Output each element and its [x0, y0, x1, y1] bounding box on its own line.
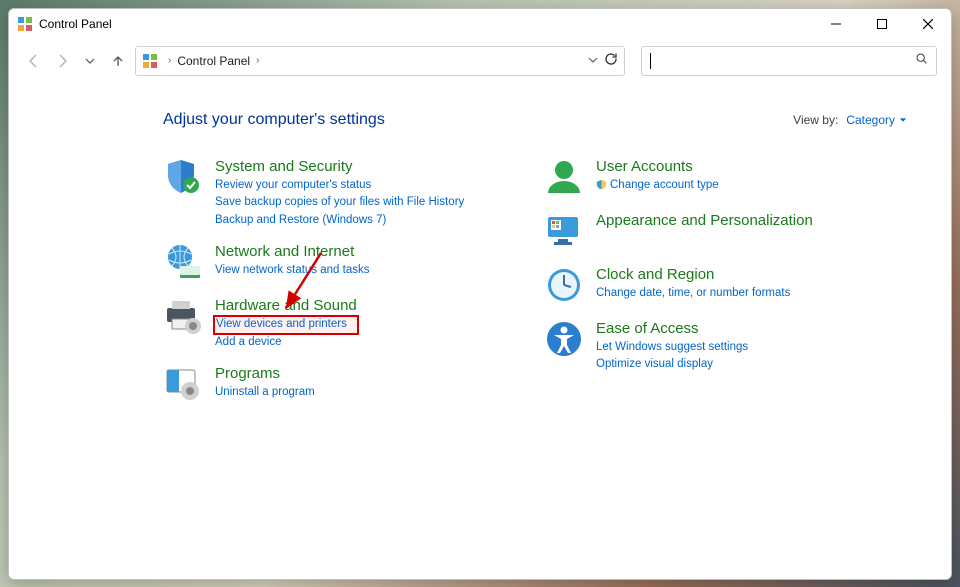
control-panel-icon — [17, 16, 33, 32]
nav-row: › Control Panel › — [9, 39, 951, 83]
forward-button[interactable] — [51, 50, 73, 72]
recent-locations-button[interactable] — [79, 50, 101, 72]
window: Control Panel › Control Panel › — [8, 8, 952, 580]
category-network-and-internet: Network and Internet View network status… — [163, 242, 526, 282]
clock-and-region-link[interactable]: Clock and Region — [596, 266, 790, 284]
left-column: System and Security Review your computer… — [163, 157, 526, 405]
chevron-right-icon[interactable]: › — [256, 55, 259, 66]
change-account-type-text: Change account type — [610, 179, 719, 191]
text-cursor — [650, 53, 651, 69]
appearance-personalization-link[interactable]: Appearance and Personalization — [596, 212, 813, 230]
up-button[interactable] — [107, 50, 129, 72]
back-button[interactable] — [23, 50, 45, 72]
heading-row: Adjust your computer's settings View by:… — [163, 111, 907, 129]
viewby-dropdown[interactable]: Category — [846, 113, 907, 127]
category-clock-and-region: Clock and Region Change date, time, or n… — [544, 265, 907, 305]
window-title: Control Panel — [39, 17, 112, 31]
let-windows-suggest-link[interactable]: Let Windows suggest settings — [596, 340, 748, 356]
caret-down-icon — [899, 116, 907, 124]
category-user-accounts: User Accounts Change account type — [544, 157, 907, 197]
refresh-button[interactable] — [604, 52, 618, 69]
category-hardware-and-sound: Hardware and Sound View devices and prin… — [163, 296, 526, 350]
address-dropdown-button[interactable] — [588, 54, 598, 68]
monitor-icon — [544, 211, 584, 251]
uninstall-program-link[interactable]: Uninstall a program — [215, 385, 315, 401]
breadcrumb-root[interactable]: Control Panel — [177, 54, 250, 68]
change-account-type-link[interactable]: Change account type — [596, 178, 719, 196]
uac-shield-icon — [596, 179, 607, 196]
user-accounts-link[interactable]: User Accounts — [596, 158, 719, 176]
programs-icon — [163, 364, 203, 404]
titlebar: Control Panel — [9, 9, 951, 39]
file-history-link[interactable]: Save backup copies of your files with Fi… — [215, 195, 464, 211]
ease-of-access-link[interactable]: Ease of Access — [596, 320, 748, 338]
backup-restore-link[interactable]: Backup and Restore (Windows 7) — [215, 213, 464, 229]
change-date-formats-link[interactable]: Change date, time, or number formats — [596, 286, 790, 302]
search-box[interactable] — [641, 46, 937, 76]
minimize-button[interactable] — [813, 9, 859, 39]
hardware-and-sound-link[interactable]: Hardware and Sound — [215, 297, 357, 315]
shield-icon — [163, 157, 203, 197]
maximize-button[interactable] — [859, 9, 905, 39]
page-heading: Adjust your computer's settings — [163, 111, 385, 129]
category-columns: System and Security Review your computer… — [163, 157, 907, 405]
right-column: User Accounts Change account type Appear — [544, 157, 907, 405]
network-and-internet-link[interactable]: Network and Internet — [215, 243, 369, 261]
close-button[interactable] — [905, 9, 951, 39]
category-ease-of-access: Ease of Access Let Windows suggest setti… — [544, 319, 907, 373]
review-status-link[interactable]: Review your computer's status — [215, 178, 464, 194]
category-system-and-security: System and Security Review your computer… — [163, 157, 526, 229]
chevron-right-icon[interactable]: › — [168, 55, 171, 66]
search-icon — [915, 52, 928, 70]
globe-icon — [163, 242, 203, 282]
add-a-device-link[interactable]: Add a device — [215, 335, 357, 351]
programs-link[interactable]: Programs — [215, 365, 315, 383]
view-network-status-link[interactable]: View network status and tasks — [215, 263, 369, 279]
clock-icon — [544, 265, 584, 305]
accessibility-icon — [544, 319, 584, 359]
system-and-security-link[interactable]: System and Security — [215, 158, 464, 176]
printer-icon — [163, 296, 203, 336]
category-appearance: Appearance and Personalization — [544, 211, 907, 251]
view-devices-and-printers-link[interactable]: View devices and printers — [215, 317, 357, 333]
optimize-visual-display-link[interactable]: Optimize visual display — [596, 357, 748, 373]
content-area: Adjust your computer's settings View by:… — [9, 83, 951, 579]
viewby-label: View by: — [793, 113, 838, 127]
viewby-value-text: Category — [846, 113, 895, 127]
address-bar[interactable]: › Control Panel › — [135, 46, 625, 76]
category-programs: Programs Uninstall a program — [163, 364, 526, 404]
user-icon — [544, 157, 584, 197]
control-panel-icon — [142, 53, 158, 69]
